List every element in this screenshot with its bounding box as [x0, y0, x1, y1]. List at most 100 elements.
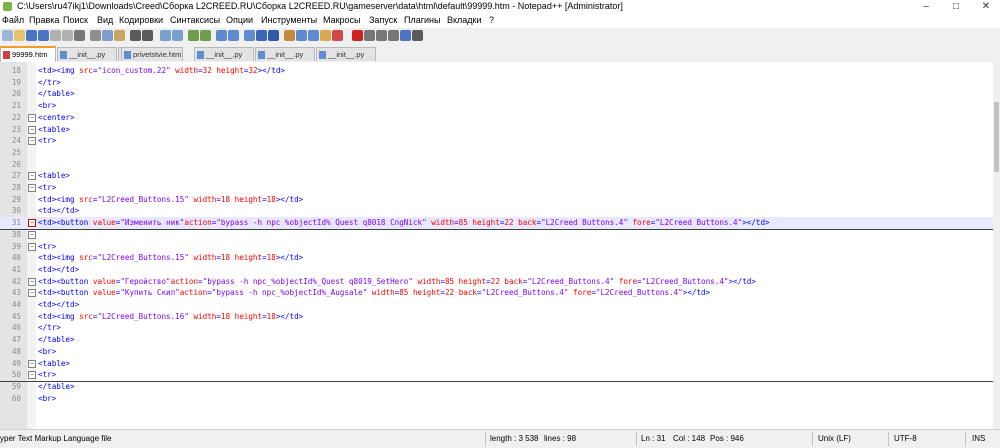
code-line[interactable]: 38− — [0, 229, 993, 241]
tab-99999-htm[interactable]: 99999.htm — [0, 46, 56, 62]
open-file-icon[interactable] — [14, 30, 25, 41]
show-all-chars-icon[interactable] — [256, 30, 267, 41]
line-number: 44 — [11, 300, 21, 309]
code-line[interactable]: 27− <table> — [0, 170, 993, 182]
fold-toggle-icon[interactable]: − — [28, 242, 36, 251]
function-list-icon[interactable] — [308, 30, 319, 41]
doc-map-icon[interactable] — [296, 30, 307, 41]
code-line[interactable]: 28− <tr> — [0, 182, 993, 194]
menu-tools[interactable]: Инструменты — [261, 13, 317, 28]
code-line[interactable]: 49− <table> — [0, 358, 993, 370]
code-line[interactable]: 30 <td></td> — [0, 205, 993, 217]
sync-h-icon[interactable] — [228, 30, 239, 41]
encoding[interactable]: UTF-8 — [894, 430, 917, 448]
code-line[interactable]: 22− <center> — [0, 112, 993, 124]
paste-icon[interactable] — [114, 30, 125, 41]
print-icon[interactable] — [74, 30, 85, 41]
menu-settings[interactable]: Опции — [226, 13, 253, 28]
undo-icon[interactable] — [130, 30, 141, 41]
save-icon[interactable] — [26, 30, 37, 41]
save-all-icon[interactable] — [38, 30, 49, 41]
fold-toggle-icon[interactable]: − — [28, 359, 36, 368]
new-file-icon[interactable] — [2, 30, 13, 41]
find-icon[interactable] — [160, 30, 171, 41]
code-line[interactable]: 19 </tr> — [0, 77, 993, 89]
code-editor[interactable]: 18 <td><img src="icon_custom.22" width=32… — [0, 62, 993, 429]
scrollbar-thumb[interactable] — [994, 102, 999, 172]
code-line[interactable]: 41 <td></td> — [0, 264, 993, 276]
fold-toggle-icon[interactable]: − — [28, 230, 36, 239]
word-wrap-icon[interactable] — [244, 30, 255, 41]
menu-help[interactable]: ? — [489, 13, 494, 28]
fold-toggle-icon[interactable]: − — [28, 289, 36, 298]
copy-icon[interactable] — [102, 30, 113, 41]
fold-toggle-icon[interactable]: − — [28, 172, 36, 181]
fold-toggle-icon[interactable]: − — [28, 371, 36, 380]
minimize-button[interactable]: – — [915, 0, 937, 13]
play-macro-icon[interactable] — [376, 30, 387, 41]
udl-icon[interactable] — [284, 30, 295, 41]
run-icon[interactable] — [412, 30, 423, 41]
fold-toggle-icon[interactable]: − — [28, 219, 36, 228]
menu-search[interactable]: Поиск — [63, 13, 88, 28]
folder-workspace-icon[interactable] — [320, 30, 331, 41]
menu-edit[interactable]: Правка — [29, 13, 59, 28]
menu-plugins[interactable]: Плагины — [404, 13, 440, 28]
cut-icon[interactable] — [90, 30, 101, 41]
code-line[interactable]: 42− <td><button value="Геройство"action="… — [0, 276, 993, 288]
menu-encoding[interactable]: Кодировки — [119, 13, 163, 28]
redo-icon[interactable] — [142, 30, 153, 41]
code-line[interactable]: 40 <td><img src="L2Creed_Buttons.15" widt… — [0, 252, 993, 264]
code-line[interactable]: 59 </table> — [0, 381, 993, 393]
code-line[interactable]: 43− <td><button value="Купить Скил"action… — [0, 287, 993, 299]
stop-macro-icon[interactable] — [364, 30, 375, 41]
close-all-icon[interactable] — [62, 30, 73, 41]
indent-guide-icon[interactable] — [268, 30, 279, 41]
save-macro-icon[interactable] — [400, 30, 411, 41]
code-line[interactable]: 21 <br> — [0, 100, 993, 112]
menu-view[interactable]: Вид — [97, 13, 113, 28]
code-line[interactable]: 46 </tr> — [0, 322, 993, 334]
play-multiple-icon[interactable] — [388, 30, 399, 41]
fold-toggle-icon[interactable]: − — [28, 277, 36, 286]
replace-icon[interactable] — [172, 30, 183, 41]
code-line[interactable]: 44 <td></td> — [0, 299, 993, 311]
code-line[interactable]: 47 </table> — [0, 334, 993, 346]
close-window-button[interactable]: ✕ — [975, 0, 997, 13]
code-line[interactable]: 20 </table> — [0, 88, 993, 100]
monitoring-icon[interactable] — [332, 30, 343, 41]
menu-language[interactable]: Синтаксисы — [170, 13, 220, 28]
code-line[interactable]: 45 <td><img src="L2Creed_Buttons.16" widt… — [0, 311, 993, 323]
code-line[interactable]: 29 <td><img src="L2Creed_Buttons.15" widt… — [0, 194, 993, 206]
tab-init-py-3[interactable]: __init__.py — [194, 47, 254, 61]
menu-file[interactable]: Файл — [2, 13, 24, 28]
code-line[interactable]: 39− <tr> — [0, 241, 993, 253]
insert-mode[interactable]: INS — [972, 430, 985, 448]
eol-format[interactable]: Unix (LF) — [818, 430, 851, 448]
zoom-in-icon[interactable] — [188, 30, 199, 41]
code-line[interactable]: 25 — [0, 147, 993, 159]
close-icon[interactable] — [50, 30, 61, 41]
menu-macro[interactable]: Макросы — [323, 13, 361, 28]
maximize-button[interactable]: □ — [945, 0, 967, 13]
fold-toggle-icon[interactable]: − — [28, 137, 36, 146]
record-macro-icon[interactable] — [352, 30, 363, 41]
tab-privetstvie-htm[interactable]: privetstvie.htm — [121, 47, 183, 61]
menu-window[interactable]: Вкладки — [447, 13, 482, 28]
code-line[interactable]: 23− <table> — [0, 124, 993, 136]
tab-init-py-1[interactable]: __init__.py — [57, 47, 117, 61]
code-line[interactable]: 18 <td><img src="icon_custom.22" width=32… — [0, 65, 993, 77]
code-line[interactable]: 60 <br> — [0, 393, 993, 405]
fold-toggle-icon[interactable]: − — [28, 113, 36, 122]
tab-init-py-4[interactable]: __init__.py — [255, 47, 315, 61]
zoom-out-icon[interactable] — [200, 30, 211, 41]
menu-run[interactable]: Запуск — [369, 13, 397, 28]
vertical-scrollbar[interactable] — [993, 62, 1000, 429]
fold-toggle-icon[interactable]: − — [28, 184, 36, 192]
code-line[interactable]: 24− <tr> — [0, 135, 993, 147]
code-line[interactable]: 48 <br> — [0, 346, 993, 358]
fold-toggle-icon[interactable]: − — [28, 125, 36, 134]
sync-v-icon[interactable] — [216, 30, 227, 41]
code-line[interactable]: 26 — [0, 159, 993, 171]
tab-init-py-5[interactable]: __init__.py — [316, 47, 376, 61]
